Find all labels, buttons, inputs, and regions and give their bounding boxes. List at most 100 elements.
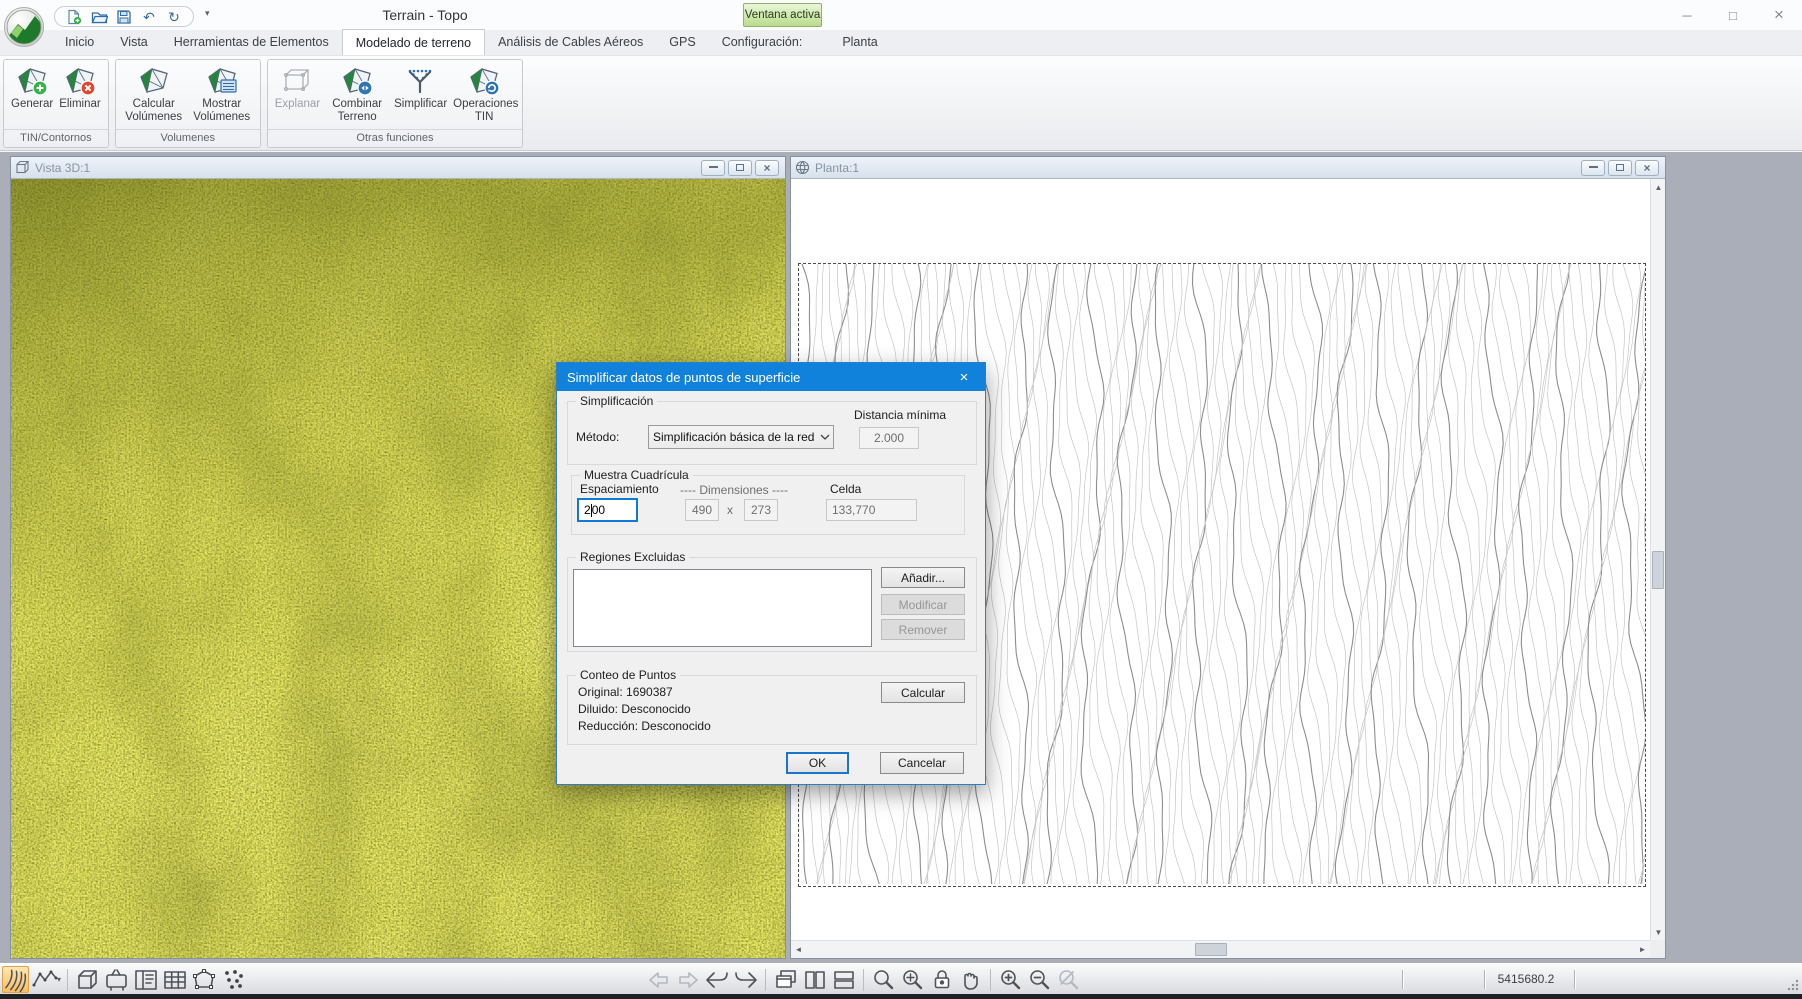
planta-titlebar[interactable]: Planta:1 × bbox=[791, 157, 1665, 179]
calcular-button[interactable]: Calcular bbox=[881, 682, 965, 703]
cascade-windows-button[interactable] bbox=[772, 966, 799, 993]
restore-button[interactable] bbox=[728, 160, 752, 176]
quick-access-toolbar: ↶ ↻ bbox=[54, 6, 194, 27]
simplificacion-groupbox: Simplificación Método: Simplificación bá… bbox=[567, 401, 977, 465]
pan-button[interactable] bbox=[957, 966, 984, 993]
customize-quick-access-button[interactable]: ▾ bbox=[205, 8, 210, 19]
terrain-app-logo-icon bbox=[5, 8, 43, 46]
regiones-excluidas-groupbox: Regiones Excluidas Añadir... Modificar R… bbox=[567, 557, 977, 652]
minimize-button[interactable] bbox=[701, 160, 725, 176]
minimize-icon bbox=[1589, 165, 1598, 168]
zoom-in-button[interactable] bbox=[997, 966, 1024, 993]
close-button[interactable]: × bbox=[1764, 4, 1794, 26]
vista-3d-titlebar[interactable]: Vista 3D:1 × bbox=[11, 157, 785, 179]
cancelar-button[interactable]: Cancelar bbox=[880, 752, 964, 774]
new-document-button[interactable] bbox=[65, 8, 83, 26]
next-zoom-button[interactable] bbox=[732, 966, 759, 993]
3d-view-tool[interactable] bbox=[74, 966, 101, 993]
horizontal-scroll-thumb[interactable] bbox=[1195, 943, 1227, 956]
horizontal-scrollbar[interactable]: ◄ ► bbox=[791, 940, 1650, 958]
open-file-button[interactable] bbox=[90, 8, 108, 26]
ribbon-button-eliminar[interactable]: Eliminar bbox=[56, 63, 104, 113]
scroll-left-button[interactable]: ◄ bbox=[791, 942, 806, 957]
contour-lines-icon bbox=[3, 967, 28, 993]
zoom-window-button[interactable] bbox=[870, 966, 897, 993]
ribbon-button-generar[interactable]: Generar bbox=[8, 63, 56, 113]
cascade-windows-icon bbox=[773, 967, 799, 993]
polyline-tool-dropdown[interactable]: ▾ bbox=[57, 975, 61, 984]
modificar-button: Modificar bbox=[881, 594, 965, 615]
tab-analisis-de-cables-aereos[interactable]: Análisis de Cables Aéreos bbox=[485, 29, 656, 55]
status-separator bbox=[1402, 970, 1403, 989]
vista-3d-window-title: Vista 3D:1 bbox=[35, 161, 696, 175]
resize-grip[interactable] bbox=[1787, 979, 1799, 991]
ribbon-button-calcular-volumenes[interactable]: Calcular Volúmenes bbox=[120, 63, 188, 126]
anadir-button[interactable]: Añadir... bbox=[881, 567, 965, 588]
restore-button[interactable] bbox=[1608, 160, 1632, 176]
close-button[interactable]: × bbox=[1635, 160, 1659, 176]
point-cloud-tool[interactable] bbox=[219, 966, 246, 993]
ribbon-button-combinar-terreno[interactable]: Combinar Terreno bbox=[323, 63, 391, 126]
tab-inicio[interactable]: Inicio bbox=[52, 29, 107, 55]
tab-gps[interactable]: GPS bbox=[656, 29, 708, 55]
vertical-scroll-thumb[interactable] bbox=[1652, 551, 1664, 589]
ribbon-button-explanar: Explanar bbox=[272, 63, 323, 113]
profile-view-tool[interactable] bbox=[103, 966, 130, 993]
close-button[interactable]: × bbox=[755, 160, 779, 176]
tile-horizontal-button[interactable] bbox=[830, 966, 857, 993]
zoom-dynamic-button[interactable] bbox=[899, 966, 926, 993]
save-button[interactable] bbox=[115, 8, 133, 26]
espaciamiento-label: Espaciamiento bbox=[580, 482, 659, 496]
ribbon-button-operaciones-tin[interactable]: Operaciones TIN bbox=[450, 63, 518, 126]
table-view-tool[interactable] bbox=[161, 966, 188, 993]
zoom-disabled-button bbox=[1055, 966, 1082, 993]
boundary-polygon-tool[interactable] bbox=[190, 966, 217, 993]
scroll-right-button[interactable]: ► bbox=[1635, 942, 1650, 957]
contour-display-tool[interactable] bbox=[2, 966, 29, 993]
zoom-out-button[interactable] bbox=[1026, 966, 1053, 993]
dialog-titlebar[interactable]: Simplificar datos de puntos de superfici… bbox=[557, 363, 985, 391]
maximize-button[interactable]: □ bbox=[1718, 4, 1748, 26]
minimize-button[interactable] bbox=[1581, 160, 1605, 176]
previous-zoom-button[interactable] bbox=[703, 966, 730, 993]
ribbon-group-volumenes: Calcular Volúmenes Mostrar Volúmenes Vol… bbox=[115, 59, 261, 148]
close-icon: × bbox=[1643, 162, 1650, 174]
vertical-scrollbar[interactable]: ▲ ▼ bbox=[1650, 179, 1665, 940]
tile-horizontal-icon bbox=[831, 967, 857, 993]
undo-button[interactable]: ↶ bbox=[140, 8, 158, 26]
tab-planta[interactable]: Planta bbox=[829, 29, 890, 55]
simplify-surface-points-dialog: Simplificar datos de puntos de superfici… bbox=[556, 362, 986, 785]
restore-icon bbox=[1616, 164, 1624, 171]
zoom-in-icon bbox=[998, 967, 1024, 993]
generate-tin-icon bbox=[15, 65, 49, 97]
espaciamiento-input[interactable]: 200 bbox=[577, 498, 638, 522]
tab-modelado-de-terreno[interactable]: Modelado de terreno bbox=[342, 29, 485, 55]
ribbon-button-simplificar[interactable]: Simplificar bbox=[391, 63, 450, 113]
ok-button[interactable]: OK bbox=[786, 752, 849, 774]
scroll-down-button[interactable]: ▼ bbox=[1651, 924, 1665, 940]
polyline-tool[interactable] bbox=[31, 966, 58, 993]
ribbon-button-label: Calcular Volúmenes bbox=[123, 98, 185, 124]
dialog-close-button[interactable]: × bbox=[943, 363, 985, 391]
panel-icon bbox=[133, 967, 159, 993]
excluded-regions-listbox[interactable] bbox=[573, 569, 872, 647]
properties-panel-tool[interactable] bbox=[132, 966, 159, 993]
tile-vertical-button[interactable] bbox=[801, 966, 828, 993]
dimension-x-value: 490 bbox=[692, 503, 712, 517]
close-icon: × bbox=[960, 369, 969, 386]
app-logo-button[interactable] bbox=[4, 7, 44, 47]
chevron-down-icon bbox=[817, 434, 833, 440]
status-separator bbox=[1574, 970, 1575, 989]
minimize-button[interactable]: ─ bbox=[1672, 4, 1702, 26]
metodo-dropdown[interactable]: Simplificación básica de la red (ráp bbox=[648, 425, 834, 449]
redo-button[interactable]: ↻ bbox=[165, 8, 183, 26]
zoom-lock-button[interactable] bbox=[928, 966, 955, 993]
application-window: Terrain - Topo bbox=[0, 0, 1802, 999]
ribbon-button-mostrar-volumenes[interactable]: Mostrar Volúmenes bbox=[188, 63, 256, 126]
tab-configuracion[interactable]: Configuración: bbox=[709, 29, 816, 55]
groupbox-label: Conteo de Puntos bbox=[576, 668, 680, 682]
tab-vista[interactable]: Vista bbox=[107, 29, 161, 55]
zoom-out-icon bbox=[1027, 967, 1053, 993]
tab-herramientas-de-elementos[interactable]: Herramientas de Elementos bbox=[161, 29, 342, 55]
scroll-up-button[interactable]: ▲ bbox=[1651, 179, 1665, 195]
